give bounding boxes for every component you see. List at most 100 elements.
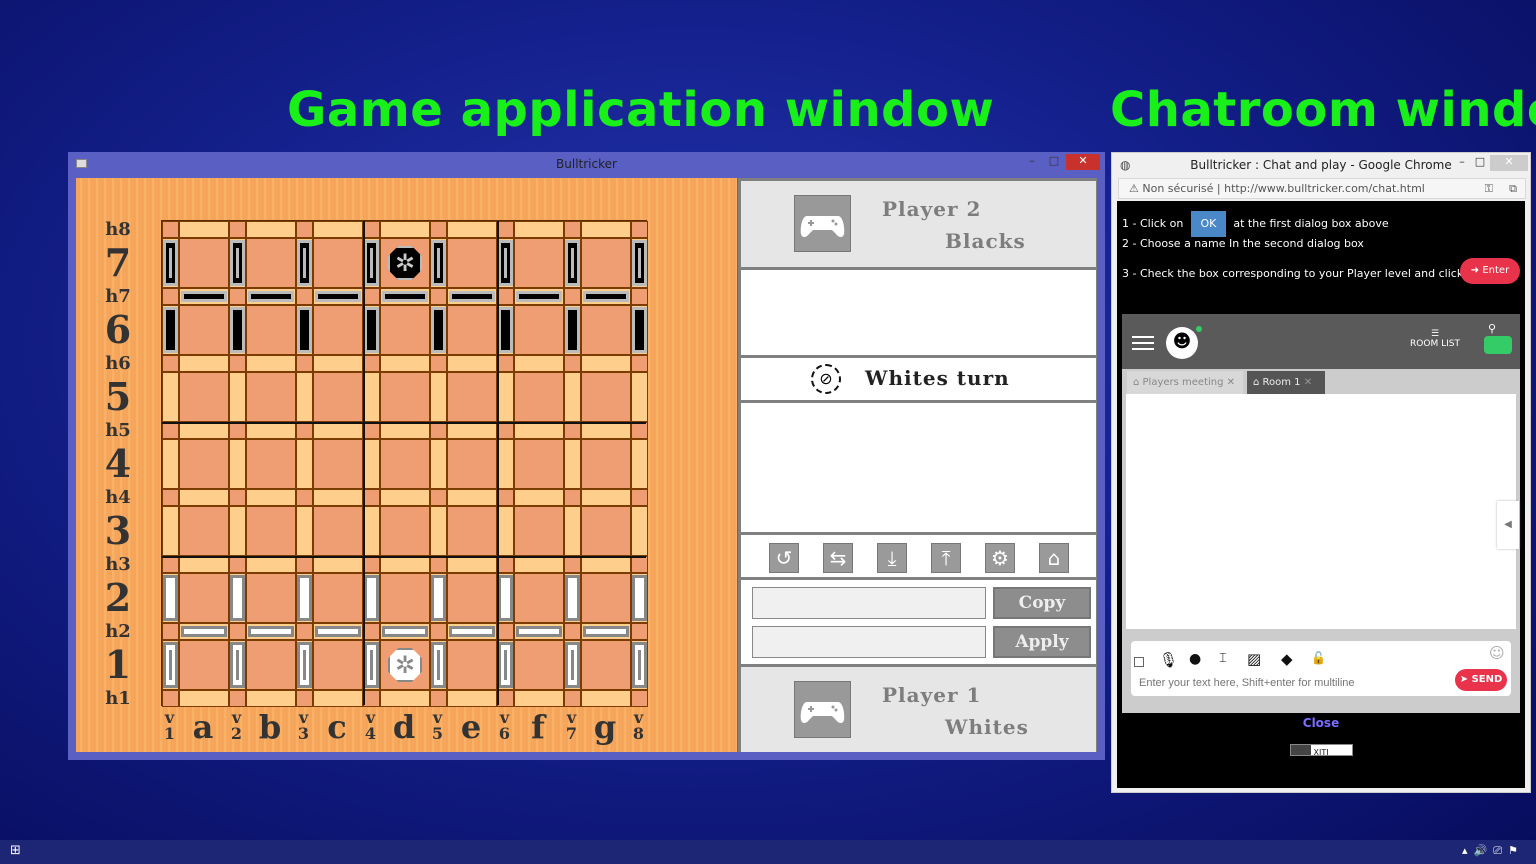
board-cell-b-6[interactable]: [246, 305, 296, 355]
tab-players-meeting[interactable]: ⌂ Players meeting ✕: [1127, 371, 1243, 394]
board-cell-v2-2[interactable]: [229, 573, 246, 623]
board-cell-e-6[interactable]: [447, 305, 497, 355]
board-cell-v8-6[interactable]: [631, 305, 648, 355]
board-cell-f-h6[interactable]: [514, 355, 564, 372]
black-lock-piece[interactable]: [431, 240, 446, 286]
board-cell-b-h8[interactable]: [246, 221, 296, 238]
enter-button[interactable]: ➜ Enter: [1460, 258, 1520, 284]
white-horizontal-piece[interactable]: [583, 626, 629, 637]
white-lock-piece[interactable]: [364, 642, 379, 688]
board-cell-v2-1[interactable]: [229, 640, 246, 690]
board-cell-b-h5[interactable]: [246, 422, 296, 439]
board-cell-v6-h5[interactable]: [497, 422, 514, 439]
board-cell-v1-5[interactable]: [162, 372, 179, 422]
board-cell-g-1[interactable]: [581, 640, 631, 690]
board-cell-v6-2[interactable]: [497, 573, 514, 623]
white-horizontal-piece[interactable]: [315, 626, 361, 637]
board-cell-b-2[interactable]: [246, 573, 296, 623]
black-lock-piece[interactable]: [297, 240, 312, 286]
board-cell-v5-4[interactable]: [430, 439, 447, 489]
board-cell-b-1[interactable]: [246, 640, 296, 690]
board-cell-d-7[interactable]: ✲: [380, 238, 430, 288]
emoji-icon[interactable]: ☺: [1489, 644, 1505, 662]
board-cell-v6-1[interactable]: [497, 640, 514, 690]
board-cell-v8-5[interactable]: [631, 372, 648, 422]
board-cell-f-h2[interactable]: [514, 623, 564, 640]
board-cell-e-h3[interactable]: [447, 556, 497, 573]
board-cell-v2-h8[interactable]: [229, 221, 246, 238]
board-cell-d-h4[interactable]: [380, 489, 430, 506]
copy-field[interactable]: [752, 587, 986, 619]
black-lock-piece[interactable]: [230, 240, 245, 286]
board-cell-e-2[interactable]: [447, 573, 497, 623]
board-cell-f-h4[interactable]: [514, 489, 564, 506]
board-cell-v6-h4[interactable]: [497, 489, 514, 506]
board-cell-v1-h5[interactable]: [162, 422, 179, 439]
board-cell-c-1[interactable]: [313, 640, 363, 690]
board-cell-v4-h7[interactable]: [363, 288, 380, 305]
black-vertical-piece[interactable]: [498, 307, 513, 353]
board-cell-a-h7[interactable]: [179, 288, 229, 305]
white-lock-piece[interactable]: [230, 642, 245, 688]
black-horizontal-piece[interactable]: [449, 291, 495, 302]
white-vertical-piece[interactable]: [297, 575, 312, 621]
board-cell-v4-h1[interactable]: [363, 690, 380, 707]
board-cell-e-h4[interactable]: [447, 489, 497, 506]
board-cell-e-h6[interactable]: [447, 355, 497, 372]
white-horizontal-piece[interactable]: [449, 626, 495, 637]
board-cell-c-3[interactable]: [313, 506, 363, 556]
swap-icon[interactable]: ⇆: [823, 543, 853, 573]
black-vertical-piece[interactable]: [297, 307, 312, 353]
record-icon[interactable]: ●: [1189, 651, 1201, 667]
board-cell-v7-6[interactable]: [564, 305, 581, 355]
board-cell-d-h1[interactable]: [380, 690, 430, 707]
board-cell-v2-7[interactable]: [229, 238, 246, 288]
board-cell-v4-3[interactable]: [363, 506, 380, 556]
board-cell-c-h1[interactable]: [313, 690, 363, 707]
board-cell-v8-3[interactable]: [631, 506, 648, 556]
black-horizontal-piece[interactable]: [315, 291, 361, 302]
board-cell-g-4[interactable]: [581, 439, 631, 489]
board-cell-v5-h8[interactable]: [430, 221, 447, 238]
board-cell-v3-6[interactable]: [296, 305, 313, 355]
board-cell-v2-h5[interactable]: [229, 422, 246, 439]
board-cell-a-h5[interactable]: [179, 422, 229, 439]
board-cell-v4-h8[interactable]: [363, 221, 380, 238]
black-horizontal-piece[interactable]: [516, 291, 562, 302]
board-cell-v3-1[interactable]: [296, 640, 313, 690]
white-horizontal-piece[interactable]: [248, 626, 294, 637]
board-cell-e-h2[interactable]: [447, 623, 497, 640]
close-tab-icon[interactable]: ✕: [1227, 377, 1235, 388]
board-cell-b-h6[interactable]: [246, 355, 296, 372]
copy-button[interactable]: Copy: [993, 587, 1091, 619]
board-cell-g-h5[interactable]: [581, 422, 631, 439]
board-cell-v7-3[interactable]: [564, 506, 581, 556]
board-cell-v3-h8[interactable]: [296, 221, 313, 238]
checkbox[interactable]: [1134, 657, 1144, 667]
board-cell-v2-h4[interactable]: [229, 489, 246, 506]
board-cell-v2-h1[interactable]: [229, 690, 246, 707]
xiti-badge[interactable]: XITI: [1290, 744, 1353, 757]
board-cell-v8-h6[interactable]: [631, 355, 648, 372]
board-cell-a-h2[interactable]: [179, 623, 229, 640]
white-vertical-piece[interactable]: [364, 575, 379, 621]
white-vertical-piece[interactable]: [565, 575, 580, 621]
black-horizontal-piece[interactable]: [583, 291, 629, 302]
send-button[interactable]: ➤ SEND: [1455, 669, 1507, 691]
board-cell-c-7[interactable]: [313, 238, 363, 288]
board-cell-v3-3[interactable]: [296, 506, 313, 556]
board-cell-v8-h1[interactable]: [631, 690, 648, 707]
tray-icons[interactable]: ▴🔊⎚⚑: [1462, 844, 1524, 858]
white-lock-piece[interactable]: [297, 642, 312, 688]
board-cell-v7-h3[interactable]: [564, 556, 581, 573]
board-cell-v2-h6[interactable]: [229, 355, 246, 372]
undo-icon[interactable]: ↺: [769, 543, 799, 573]
board-cell-v3-7[interactable]: [296, 238, 313, 288]
board-cell-d-6[interactable]: [380, 305, 430, 355]
board-cell-v7-h4[interactable]: [564, 489, 581, 506]
board-cell-g-2[interactable]: [581, 573, 631, 623]
black-lock-piece[interactable]: [632, 240, 647, 286]
board-cell-v8-4[interactable]: [631, 439, 648, 489]
board-cell-v6-7[interactable]: [497, 238, 514, 288]
board-cell-f-3[interactable]: [514, 506, 564, 556]
